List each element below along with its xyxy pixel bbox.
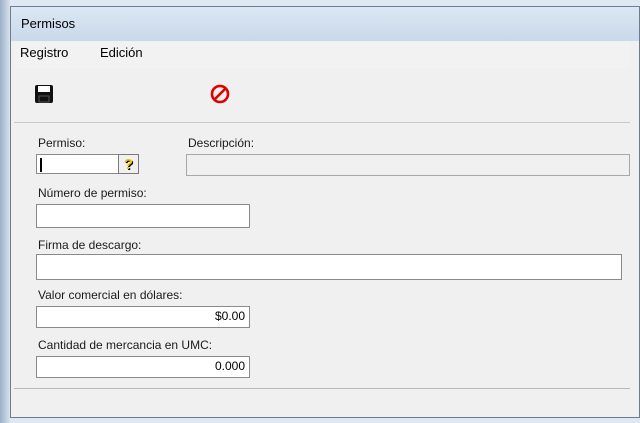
cantidad-umc-value: 0.000 xyxy=(214,359,245,373)
prohibited-icon xyxy=(210,84,230,104)
question-mark-icon: ? xyxy=(123,155,134,173)
valor-comercial-value: $0.00 xyxy=(214,309,245,323)
descripcion-field xyxy=(186,154,630,176)
numero-permiso-input[interactable] xyxy=(36,204,250,228)
descripcion-label: Descripción: xyxy=(188,136,255,150)
cantidad-umc-input[interactable]: 0.000 xyxy=(36,356,250,378)
firma-descargo-label: Firma de descargo: xyxy=(38,238,142,252)
firma-descargo-input[interactable] xyxy=(36,254,622,280)
status-bar xyxy=(14,388,630,411)
permiso-label: Permiso: xyxy=(38,136,86,150)
menu-edicion[interactable]: Edición xyxy=(100,45,143,60)
floppy-disk-icon xyxy=(35,85,53,103)
form-area: Permiso: ? Descripción: Número de permis… xyxy=(14,126,630,388)
permiso-lookup-button[interactable]: ? xyxy=(118,154,139,174)
cancel-button[interactable] xyxy=(209,83,231,105)
desktop-edge xyxy=(0,0,10,423)
toolbar xyxy=(14,70,630,123)
numero-permiso-label: Número de permiso: xyxy=(38,186,147,200)
save-button[interactable] xyxy=(34,84,54,104)
valor-comercial-label: Valor comercial en dólares: xyxy=(38,288,183,302)
title-bar[interactable]: Permisos xyxy=(11,7,639,41)
window-title: Permisos xyxy=(21,16,76,31)
menu-bar: Registro Edición xyxy=(14,42,630,68)
valor-comercial-input[interactable]: $0.00 xyxy=(36,306,250,328)
permiso-input[interactable] xyxy=(36,154,120,174)
text-caret xyxy=(40,158,42,172)
cantidad-umc-label: Cantidad de mercancia en UMC: xyxy=(38,338,213,352)
menu-registro[interactable]: Registro xyxy=(20,45,68,60)
